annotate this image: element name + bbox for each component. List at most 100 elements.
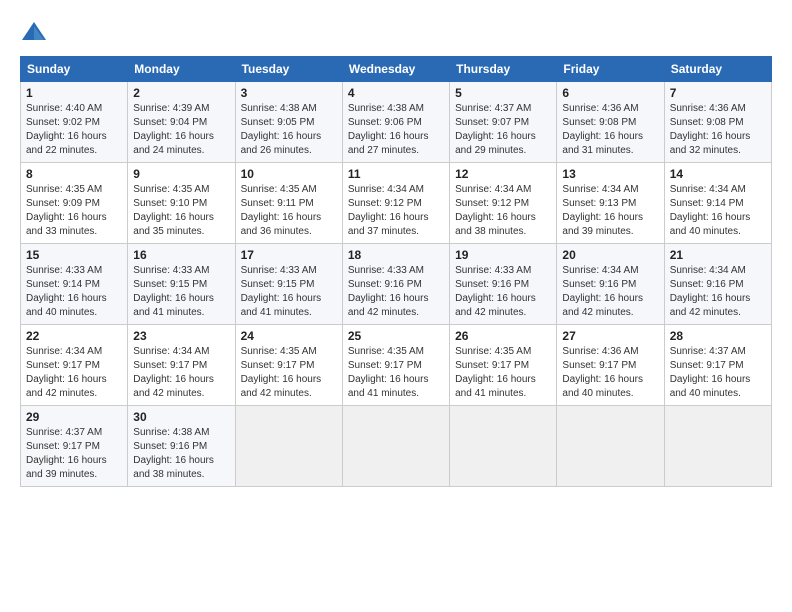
calendar-day-cell: 30 Sunrise: 4:38 AMSunset: 9:16 PMDaylig… <box>128 406 235 487</box>
day-info: Sunrise: 4:37 AMSunset: 9:17 PMDaylight:… <box>670 345 766 401</box>
calendar-week-row: 15 Sunrise: 4:33 AMSunset: 9:14 PMDaylig… <box>21 244 772 325</box>
logo <box>20 18 52 46</box>
day-info: Sunrise: 4:37 AMSunset: 9:07 PMDaylight:… <box>455 102 551 158</box>
calendar-header-row: SundayMondayTuesdayWednesdayThursdayFrid… <box>21 57 772 82</box>
calendar-day-cell: 16 Sunrise: 4:33 AMSunset: 9:15 PMDaylig… <box>128 244 235 325</box>
day-info: Sunrise: 4:33 AMSunset: 9:16 PMDaylight:… <box>348 264 444 320</box>
day-info: Sunrise: 4:34 AMSunset: 9:16 PMDaylight:… <box>562 264 658 320</box>
day-info: Sunrise: 4:34 AMSunset: 9:17 PMDaylight:… <box>26 345 122 401</box>
day-number: 9 <box>133 167 229 181</box>
day-number: 21 <box>670 248 766 262</box>
day-info: Sunrise: 4:40 AMSunset: 9:02 PMDaylight:… <box>26 102 122 158</box>
day-number: 16 <box>133 248 229 262</box>
day-number: 20 <box>562 248 658 262</box>
calendar-day-cell: 19 Sunrise: 4:33 AMSunset: 9:16 PMDaylig… <box>450 244 557 325</box>
calendar-day-cell: 5 Sunrise: 4:37 AMSunset: 9:07 PMDayligh… <box>450 82 557 163</box>
day-number: 19 <box>455 248 551 262</box>
day-number: 4 <box>348 86 444 100</box>
calendar-table: SundayMondayTuesdayWednesdayThursdayFrid… <box>20 56 772 487</box>
calendar-day-cell <box>664 406 771 487</box>
day-number: 14 <box>670 167 766 181</box>
day-number: 25 <box>348 329 444 343</box>
calendar-day-cell: 1 Sunrise: 4:40 AMSunset: 9:02 PMDayligh… <box>21 82 128 163</box>
calendar-day-cell: 17 Sunrise: 4:33 AMSunset: 9:15 PMDaylig… <box>235 244 342 325</box>
day-info: Sunrise: 4:36 AMSunset: 9:08 PMDaylight:… <box>562 102 658 158</box>
day-info: Sunrise: 4:36 AMSunset: 9:08 PMDaylight:… <box>670 102 766 158</box>
day-info: Sunrise: 4:33 AMSunset: 9:16 PMDaylight:… <box>455 264 551 320</box>
calendar-day-cell <box>557 406 664 487</box>
day-info: Sunrise: 4:35 AMSunset: 9:17 PMDaylight:… <box>348 345 444 401</box>
day-number: 26 <box>455 329 551 343</box>
day-number: 11 <box>348 167 444 181</box>
calendar-day-cell: 13 Sunrise: 4:34 AMSunset: 9:13 PMDaylig… <box>557 163 664 244</box>
calendar-day-cell: 4 Sunrise: 4:38 AMSunset: 9:06 PMDayligh… <box>342 82 449 163</box>
day-of-week-header: Saturday <box>664 57 771 82</box>
day-number: 10 <box>241 167 337 181</box>
calendar-day-cell: 24 Sunrise: 4:35 AMSunset: 9:17 PMDaylig… <box>235 325 342 406</box>
day-number: 15 <box>26 248 122 262</box>
calendar-day-cell: 10 Sunrise: 4:35 AMSunset: 9:11 PMDaylig… <box>235 163 342 244</box>
day-info: Sunrise: 4:33 AMSunset: 9:15 PMDaylight:… <box>241 264 337 320</box>
day-number: 23 <box>133 329 229 343</box>
day-number: 2 <box>133 86 229 100</box>
day-info: Sunrise: 4:35 AMSunset: 9:11 PMDaylight:… <box>241 183 337 239</box>
calendar-day-cell <box>235 406 342 487</box>
day-of-week-header: Sunday <box>21 57 128 82</box>
day-of-week-header: Wednesday <box>342 57 449 82</box>
calendar-day-cell <box>450 406 557 487</box>
calendar-week-row: 29 Sunrise: 4:37 AMSunset: 9:17 PMDaylig… <box>21 406 772 487</box>
day-number: 28 <box>670 329 766 343</box>
day-info: Sunrise: 4:38 AMSunset: 9:06 PMDaylight:… <box>348 102 444 158</box>
calendar-day-cell: 3 Sunrise: 4:38 AMSunset: 9:05 PMDayligh… <box>235 82 342 163</box>
day-info: Sunrise: 4:38 AMSunset: 9:05 PMDaylight:… <box>241 102 337 158</box>
day-number: 22 <box>26 329 122 343</box>
calendar-day-cell: 25 Sunrise: 4:35 AMSunset: 9:17 PMDaylig… <box>342 325 449 406</box>
header <box>20 18 772 46</box>
day-number: 12 <box>455 167 551 181</box>
day-info: Sunrise: 4:35 AMSunset: 9:09 PMDaylight:… <box>26 183 122 239</box>
day-info: Sunrise: 4:34 AMSunset: 9:12 PMDaylight:… <box>348 183 444 239</box>
day-info: Sunrise: 4:34 AMSunset: 9:12 PMDaylight:… <box>455 183 551 239</box>
calendar-day-cell: 14 Sunrise: 4:34 AMSunset: 9:14 PMDaylig… <box>664 163 771 244</box>
calendar-day-cell: 27 Sunrise: 4:36 AMSunset: 9:17 PMDaylig… <box>557 325 664 406</box>
day-number: 5 <box>455 86 551 100</box>
day-number: 6 <box>562 86 658 100</box>
logo-icon <box>20 18 48 46</box>
calendar-day-cell: 22 Sunrise: 4:34 AMSunset: 9:17 PMDaylig… <box>21 325 128 406</box>
day-number: 27 <box>562 329 658 343</box>
day-info: Sunrise: 4:38 AMSunset: 9:16 PMDaylight:… <box>133 426 229 482</box>
calendar-day-cell: 18 Sunrise: 4:33 AMSunset: 9:16 PMDaylig… <box>342 244 449 325</box>
day-info: Sunrise: 4:33 AMSunset: 9:14 PMDaylight:… <box>26 264 122 320</box>
day-number: 7 <box>670 86 766 100</box>
day-of-week-header: Friday <box>557 57 664 82</box>
calendar-week-row: 8 Sunrise: 4:35 AMSunset: 9:09 PMDayligh… <box>21 163 772 244</box>
calendar-week-row: 1 Sunrise: 4:40 AMSunset: 9:02 PMDayligh… <box>21 82 772 163</box>
calendar-day-cell: 15 Sunrise: 4:33 AMSunset: 9:14 PMDaylig… <box>21 244 128 325</box>
calendar-day-cell: 26 Sunrise: 4:35 AMSunset: 9:17 PMDaylig… <box>450 325 557 406</box>
calendar-day-cell <box>342 406 449 487</box>
day-number: 8 <box>26 167 122 181</box>
day-info: Sunrise: 4:35 AMSunset: 9:10 PMDaylight:… <box>133 183 229 239</box>
day-number: 30 <box>133 410 229 424</box>
day-info: Sunrise: 4:34 AMSunset: 9:16 PMDaylight:… <box>670 264 766 320</box>
day-number: 1 <box>26 86 122 100</box>
day-info: Sunrise: 4:39 AMSunset: 9:04 PMDaylight:… <box>133 102 229 158</box>
calendar-day-cell: 9 Sunrise: 4:35 AMSunset: 9:10 PMDayligh… <box>128 163 235 244</box>
day-of-week-header: Thursday <box>450 57 557 82</box>
day-number: 17 <box>241 248 337 262</box>
calendar-day-cell: 12 Sunrise: 4:34 AMSunset: 9:12 PMDaylig… <box>450 163 557 244</box>
calendar-day-cell: 23 Sunrise: 4:34 AMSunset: 9:17 PMDaylig… <box>128 325 235 406</box>
calendar-week-row: 22 Sunrise: 4:34 AMSunset: 9:17 PMDaylig… <box>21 325 772 406</box>
day-of-week-header: Monday <box>128 57 235 82</box>
day-info: Sunrise: 4:35 AMSunset: 9:17 PMDaylight:… <box>241 345 337 401</box>
calendar-day-cell: 8 Sunrise: 4:35 AMSunset: 9:09 PMDayligh… <box>21 163 128 244</box>
calendar-day-cell: 20 Sunrise: 4:34 AMSunset: 9:16 PMDaylig… <box>557 244 664 325</box>
calendar-day-cell: 11 Sunrise: 4:34 AMSunset: 9:12 PMDaylig… <box>342 163 449 244</box>
day-number: 13 <box>562 167 658 181</box>
day-info: Sunrise: 4:33 AMSunset: 9:15 PMDaylight:… <box>133 264 229 320</box>
day-info: Sunrise: 4:36 AMSunset: 9:17 PMDaylight:… <box>562 345 658 401</box>
calendar-day-cell: 7 Sunrise: 4:36 AMSunset: 9:08 PMDayligh… <box>664 82 771 163</box>
page: SundayMondayTuesdayWednesdayThursdayFrid… <box>0 0 792 612</box>
calendar-day-cell: 21 Sunrise: 4:34 AMSunset: 9:16 PMDaylig… <box>664 244 771 325</box>
calendar-day-cell: 28 Sunrise: 4:37 AMSunset: 9:17 PMDaylig… <box>664 325 771 406</box>
